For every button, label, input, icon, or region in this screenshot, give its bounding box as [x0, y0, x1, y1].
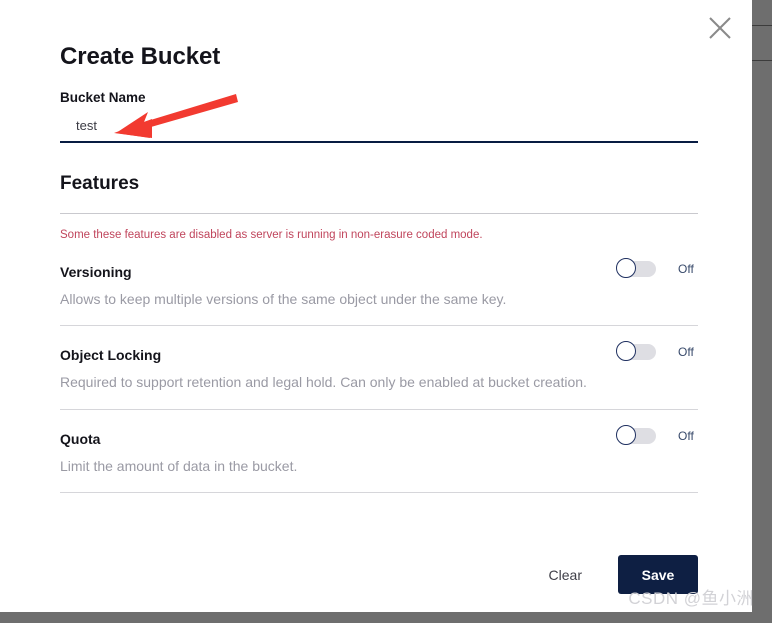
bucket-name-label: Bucket Name: [60, 90, 146, 106]
feature-row: Versioning Allows to keep multiple versi…: [60, 243, 698, 327]
bucket-name-input[interactable]: [60, 118, 698, 134]
toggle-group-quota: Off: [616, 424, 698, 445]
toggle-group-object-locking: Off: [616, 341, 698, 362]
feature-row: Object Locking Required to support reten…: [60, 326, 698, 410]
feature-name-versioning: Versioning: [60, 264, 132, 281]
toggle-knob-icon: [616, 258, 636, 279]
close-icon: [706, 14, 734, 42]
modal-body: Create Bucket Bucket Name Features Some …: [60, 43, 698, 494]
toggle-versioning[interactable]: [616, 258, 656, 279]
feature-name-object-locking: Object Locking: [60, 347, 162, 364]
watermark: CSDN @鱼小洲: [628, 589, 754, 608]
page-backdrop: [752, 0, 772, 612]
toggle-state-versioning: Off: [678, 262, 694, 277]
close-button[interactable]: [702, 10, 738, 46]
backdrop-line: [752, 60, 772, 61]
features-warning: Some these features are disabled as serv…: [60, 229, 483, 242]
bottom-edge-bar: [0, 612, 772, 623]
feature-description-versioning: Allows to keep multiple versions of the …: [60, 291, 507, 308]
feature-description-object-locking: Required to support retention and legal …: [60, 374, 587, 391]
screen: Create Bucket Bucket Name Features Some …: [0, 0, 772, 623]
backdrop-line: [752, 25, 772, 26]
toggle-object-locking[interactable]: [616, 341, 656, 362]
toggle-state-quota: Off: [678, 428, 694, 443]
toggle-knob-icon: [616, 341, 636, 362]
features-divider: [60, 213, 698, 215]
page-title: Create Bucket: [60, 43, 221, 70]
toggle-state-object-locking: Off: [678, 345, 694, 360]
create-bucket-modal: Create Bucket Bucket Name Features Some …: [0, 0, 752, 612]
toggle-quota[interactable]: [616, 424, 656, 445]
toggle-group-versioning: Off: [616, 258, 698, 279]
modal-footer: Clear Save: [60, 555, 698, 594]
feature-name-quota: Quota: [60, 430, 101, 447]
toggle-knob-icon: [616, 424, 636, 445]
features-heading: Features: [60, 173, 140, 195]
bucket-name-group: Bucket Name: [60, 90, 698, 144]
feature-description-quota: Limit the amount of data in the bucket.: [60, 457, 298, 474]
bucket-name-input-wrapper[interactable]: [60, 117, 698, 144]
clear-button[interactable]: Clear: [535, 557, 596, 593]
feature-row: Quota Limit the amount of data in the bu…: [60, 410, 698, 494]
